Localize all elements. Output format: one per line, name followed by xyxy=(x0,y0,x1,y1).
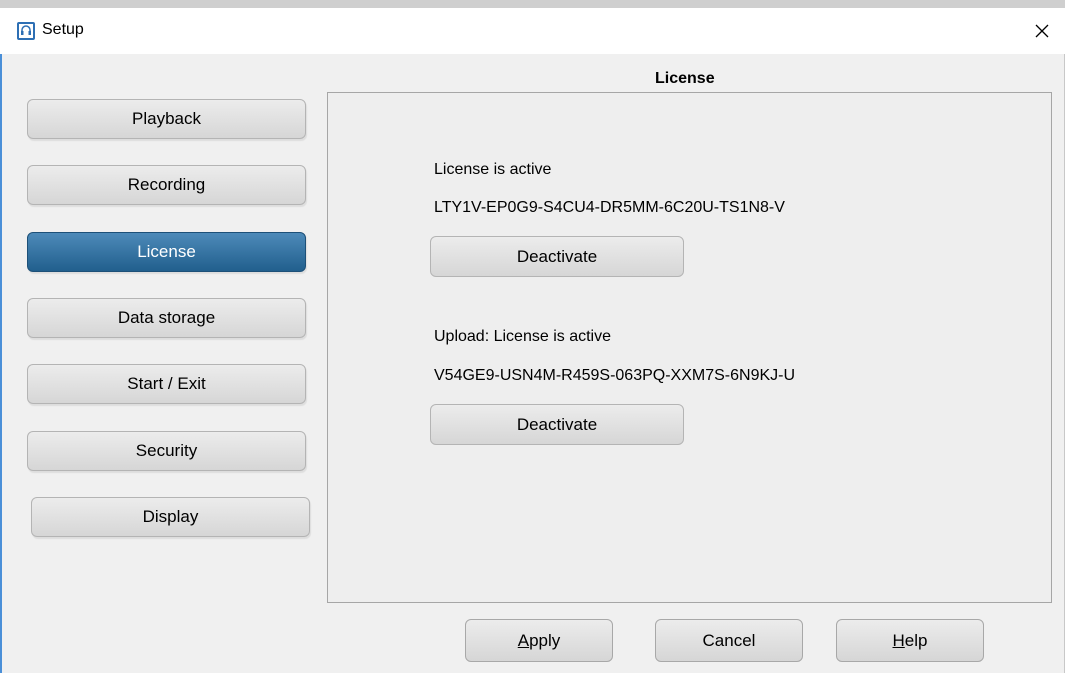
sidebar-item-label: Start / Exit xyxy=(127,374,206,393)
panel-title: License xyxy=(655,70,715,87)
sidebar-item-security[interactable]: Security xyxy=(27,431,306,471)
help-label: elp xyxy=(904,630,928,650)
upload-license-key: V54GE9-USN4M-R459S-063PQ-XXM7S-6N9KJ-U xyxy=(434,367,796,384)
help-mnemonic: H xyxy=(892,630,905,650)
sidebar-item-display[interactable]: Display xyxy=(31,497,310,537)
window-top-strip xyxy=(0,0,1065,8)
help-button[interactable]: Help xyxy=(836,619,984,662)
sidebar-item-label: Security xyxy=(135,441,198,460)
apply-mnemonic: A xyxy=(517,630,530,650)
title-bar: Setup xyxy=(0,8,1065,54)
apply-button[interactable]: Apply xyxy=(465,619,613,662)
deactivate-upload-license-button[interactable]: Deactivate xyxy=(430,404,684,445)
close-button[interactable] xyxy=(1019,8,1065,54)
headset-icon xyxy=(17,22,35,40)
sidebar-item-start-exit[interactable]: Start / Exit xyxy=(27,364,306,404)
sidebar-item-recording[interactable]: Recording xyxy=(27,165,306,205)
sidebar-item-license[interactable]: License xyxy=(27,232,306,272)
license-status: License is active xyxy=(434,161,552,178)
sidebar-item-label: Recording xyxy=(127,175,206,194)
cancel-button[interactable]: Cancel xyxy=(655,619,803,662)
license-key: LTY1V-EP0G9-S4CU4-DR5MM-6C20U-TS1N8-V xyxy=(434,199,785,216)
button-label: Deactivate xyxy=(516,246,598,266)
upload-license-status: Upload: License is active xyxy=(434,328,611,345)
sidebar-item-playback[interactable]: Playback xyxy=(27,99,306,139)
sidebar-item-data-storage[interactable]: Data storage xyxy=(27,298,306,338)
apply-label: pply xyxy=(529,630,561,650)
window-left-border xyxy=(0,54,2,673)
sidebar-item-label: Data storage xyxy=(117,308,216,327)
button-label: Deactivate xyxy=(516,414,598,434)
sidebar-item-label: Playback xyxy=(132,109,201,128)
deactivate-license-button[interactable]: Deactivate xyxy=(430,236,684,277)
window-title: Setup xyxy=(42,21,84,38)
close-icon xyxy=(1035,24,1049,38)
sidebar-item-label: License xyxy=(137,242,196,261)
sidebar-item-label: Display xyxy=(142,507,199,526)
cancel-label: Cancel xyxy=(702,630,756,650)
